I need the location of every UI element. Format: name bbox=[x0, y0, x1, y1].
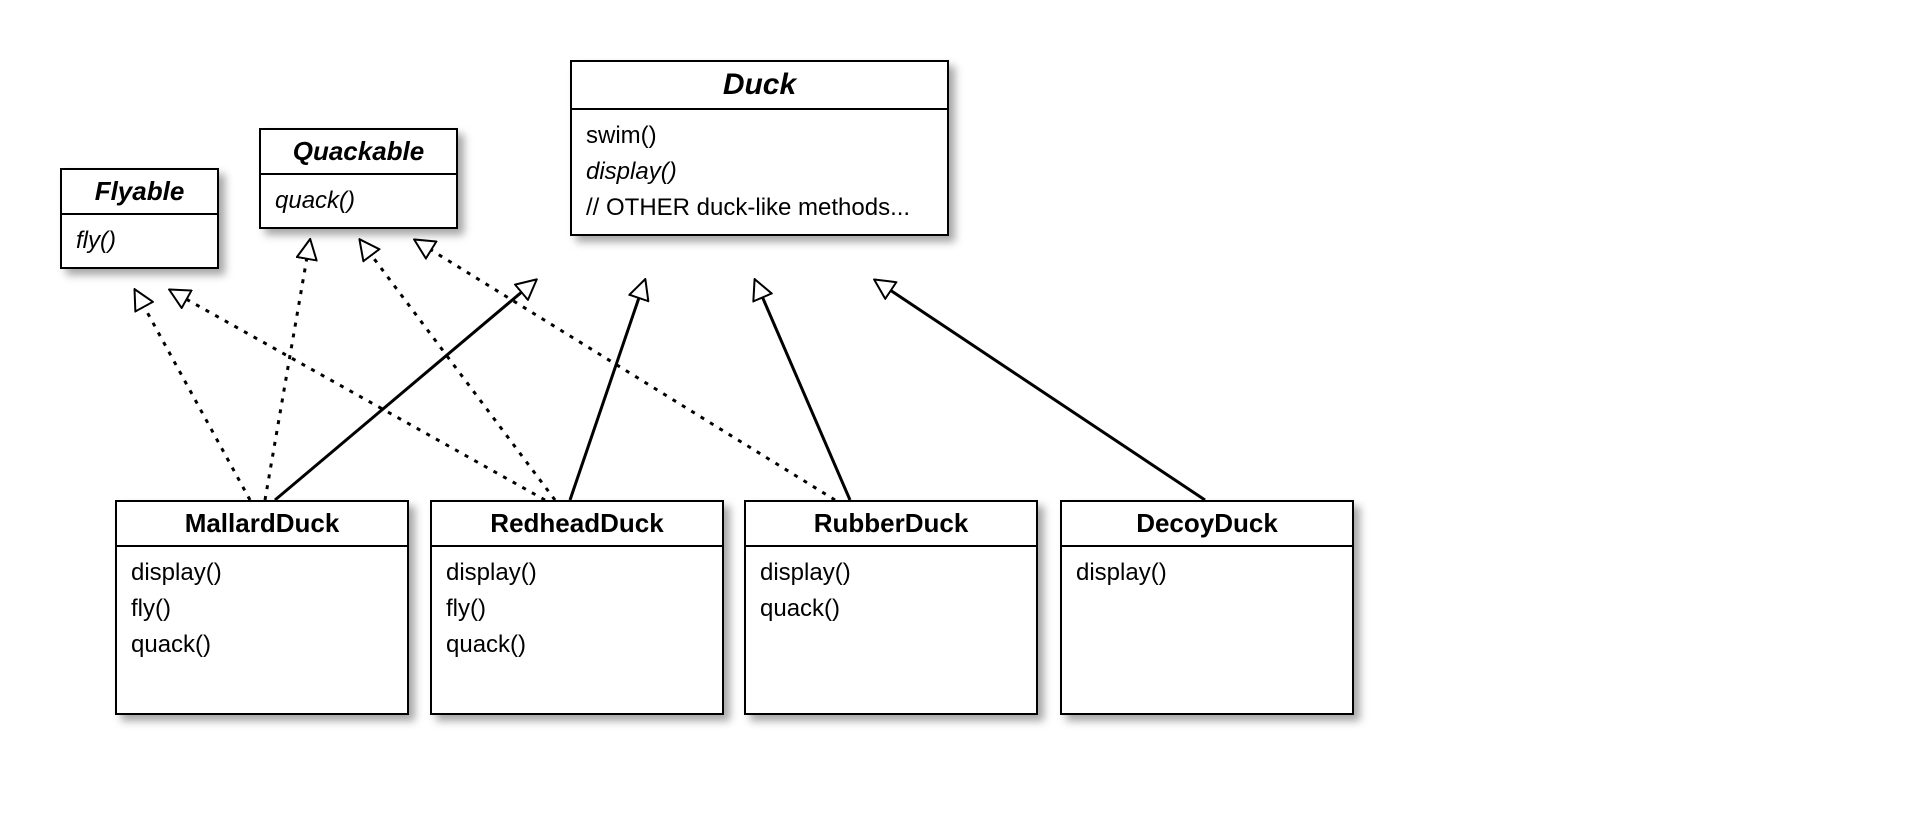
class-redhead: RedheadDuck display() fly() quack() bbox=[430, 500, 724, 715]
class-title: Duck bbox=[572, 62, 947, 110]
method: fly() bbox=[446, 591, 708, 627]
method: fly() bbox=[131, 591, 393, 627]
method: fly() bbox=[76, 223, 203, 259]
method: quack() bbox=[446, 627, 708, 663]
class-title: RubberDuck bbox=[746, 502, 1036, 547]
method: display() bbox=[1076, 555, 1338, 591]
class-body: quack() bbox=[261, 175, 456, 227]
class-body: display() quack() bbox=[746, 547, 1036, 713]
class-body: fly() bbox=[62, 215, 217, 267]
class-quackable: Quackable quack() bbox=[259, 128, 458, 229]
method: quack() bbox=[131, 627, 393, 663]
class-body: display() bbox=[1062, 547, 1352, 713]
class-title: Quackable bbox=[261, 130, 456, 175]
class-mallard: MallardDuck display() fly() quack() bbox=[115, 500, 409, 715]
method: display() bbox=[760, 555, 1022, 591]
class-flyable: Flyable fly() bbox=[60, 168, 219, 269]
class-title: RedheadDuck bbox=[432, 502, 722, 547]
class-title: DecoyDuck bbox=[1062, 502, 1352, 547]
method: // OTHER duck-like methods... bbox=[586, 190, 933, 226]
class-body: swim() display() // OTHER duck-like meth… bbox=[572, 110, 947, 234]
class-rubber: RubberDuck display() quack() bbox=[744, 500, 1038, 715]
class-title: MallardDuck bbox=[117, 502, 407, 547]
class-title: Flyable bbox=[62, 170, 217, 215]
method: display() bbox=[446, 555, 708, 591]
class-body: display() fly() quack() bbox=[117, 547, 407, 713]
method: display() bbox=[131, 555, 393, 591]
method: swim() bbox=[586, 118, 933, 154]
class-body: display() fly() quack() bbox=[432, 547, 722, 713]
method: quack() bbox=[760, 591, 1022, 627]
class-duck: Duck swim() display() // OTHER duck-like… bbox=[570, 60, 949, 236]
method: display() bbox=[586, 154, 933, 190]
class-decoy: DecoyDuck display() bbox=[1060, 500, 1354, 715]
method: quack() bbox=[275, 183, 442, 219]
